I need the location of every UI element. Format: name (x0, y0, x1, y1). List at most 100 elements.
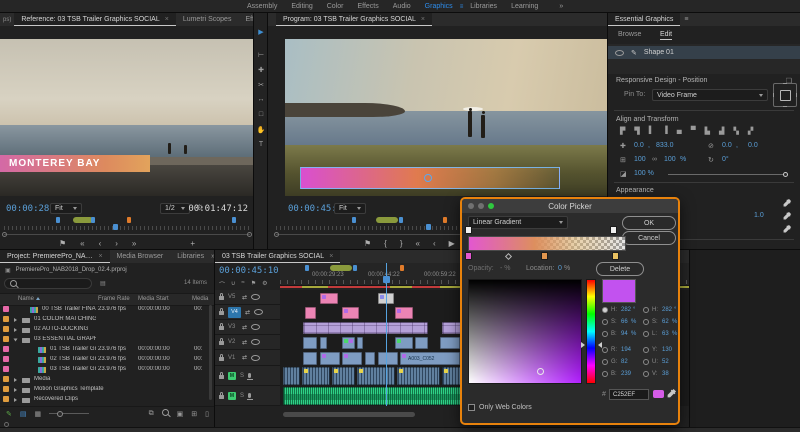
radio-hsl-h[interactable] (643, 307, 649, 313)
button-editor-icon[interactable]: + (190, 239, 195, 248)
clip-video[interactable] (342, 337, 355, 349)
hsl-s-value[interactable]: 62 (662, 319, 669, 325)
item-name[interactable]: Recovered Clips (34, 396, 96, 402)
align-icon[interactable]: ▄ (677, 127, 682, 135)
loop-segment[interactable] (376, 217, 398, 223)
scale-w-value[interactable]: 100 (634, 156, 646, 163)
project-row-sequence[interactable]: 01 TSB Trailer Graphics 23.976 fps 00:00… (0, 345, 210, 355)
workspace-overflow-icon[interactable]: » (559, 3, 563, 10)
sync-lock-icon[interactable]: ⇄ (242, 354, 247, 361)
radio-r[interactable] (602, 347, 608, 353)
hue-arrow-right[interactable] (598, 342, 602, 348)
hsl-l-value[interactable]: 63 (662, 331, 669, 337)
item-name[interactable]: 02 AUTO-DUCKING (34, 326, 96, 332)
tab-browse[interactable]: Browse (618, 31, 641, 38)
clip-graphics[interactable] (395, 307, 413, 319)
workspace-tab-graphics[interactable]: Graphics (418, 0, 460, 13)
work-area-segment[interactable] (330, 265, 352, 271)
selection-tool[interactable]: ▶ (254, 28, 268, 36)
tab-effect-controls[interactable]: Effect Controls (238, 13, 254, 26)
clip-multicam[interactable] (303, 322, 428, 334)
clip-video[interactable] (395, 337, 413, 349)
eye-icon[interactable] (251, 324, 260, 330)
color-field[interactable] (468, 279, 582, 384)
source-ruler-ticks[interactable] (4, 226, 250, 230)
clip-video-a003[interactable]: A003_C052 (400, 352, 460, 365)
tab-lumetri-scopes[interactable]: Lumetri Scopes (176, 13, 239, 26)
panel-menu-icon[interactable]: ≡ (684, 16, 688, 23)
zoom-slider[interactable] (49, 413, 89, 414)
project-row-bin[interactable]: Motion Graphics Template (0, 385, 210, 395)
track-header-v2[interactable]: V2⇄ (215, 335, 280, 350)
project-row-bin[interactable]: Media (0, 375, 210, 385)
column-frame-rate[interactable]: Frame Rate (98, 296, 130, 302)
ok-button[interactable]: OK (622, 216, 676, 230)
hand-tool[interactable]: ✋ (254, 126, 268, 134)
hsl-h-value[interactable]: 282 (662, 307, 672, 313)
radio-h[interactable] (602, 307, 608, 313)
tab-program-monitor[interactable]: Program: 03 TSB Trailer Graphics SOCIAL× (276, 13, 432, 26)
source-zoom-select[interactable]: Fit (50, 203, 82, 214)
s-value[interactable]: 66 (621, 319, 628, 325)
location-value[interactable]: 0 (558, 265, 562, 272)
eye-icon[interactable] (251, 339, 260, 345)
project-row-sequence[interactable]: 03 TSB Trailer Graphics 23.976 fps 00:00… (0, 365, 210, 375)
chevron-right-icon[interactable] (14, 398, 17, 402)
item-name[interactable]: 00 TSB Trailer FINAL (42, 306, 96, 312)
nest-indicator-icon[interactable]: ⌒ (219, 280, 225, 289)
step-back-icon[interactable]: ‹ (99, 239, 102, 248)
add-marker-icon[interactable]: ⚑ (364, 239, 371, 248)
column-media-start[interactable]: Media Start (138, 296, 169, 302)
hue-slider[interactable] (586, 279, 596, 384)
new-bin-icon[interactable]: ▣ (177, 410, 184, 418)
align-icon[interactable]: ▛ (620, 127, 625, 135)
lock-icon[interactable] (219, 357, 224, 361)
hex-input[interactable]: C252EF (609, 389, 649, 400)
project-row-sequence[interactable]: 02 TSB Trailer Graphics 23.976 fps 00:00… (0, 355, 210, 365)
label-color-swatch[interactable] (3, 376, 9, 382)
new-item-icon[interactable]: ⊞ (191, 410, 197, 418)
opacity-slider[interactable] (668, 174, 786, 175)
position-y-value[interactable]: 833.0 (656, 142, 674, 149)
lock-icon[interactable] (219, 395, 224, 399)
item-name[interactable]: 03 TSB Trailer Graphics (50, 366, 96, 372)
project-row-sequence[interactable]: 00 TSB Trailer FINAL 23.976 fps 00:00:00… (0, 305, 210, 315)
eye-icon[interactable] (615, 50, 624, 56)
lock-icon[interactable] (219, 375, 224, 379)
pen-tool[interactable]: □ (254, 111, 268, 118)
marker-blue[interactable] (56, 217, 60, 223)
clip-video[interactable] (440, 337, 460, 349)
eye-icon[interactable] (254, 309, 263, 315)
tab-reference-monitor[interactable]: Reference: 03 TSB Trailer Graphics SOCIA… (14, 13, 175, 26)
item-name[interactable]: 02 TSB Trailer Graphics (50, 356, 96, 362)
clip-video[interactable] (320, 337, 327, 349)
label-color-swatch[interactable] (3, 336, 9, 342)
cancel-button[interactable]: Cancel (622, 231, 676, 245)
position-x-value[interactable]: 0.0 (634, 142, 644, 149)
workspace-tab-color[interactable]: Color (320, 0, 351, 13)
eye-icon[interactable] (251, 355, 260, 361)
eyedropper-icon[interactable] (667, 388, 677, 398)
playhead-head[interactable] (383, 276, 390, 283)
workspace-tab-audio[interactable]: Audio (386, 0, 418, 13)
snap-icon[interactable]: ∪ (231, 280, 235, 289)
linked-selection-icon[interactable]: ≈ (241, 280, 244, 289)
pin-diagram[interactable] (773, 83, 797, 107)
track-header-v3[interactable]: V3⇄ (215, 320, 280, 335)
align-icon[interactable]: ▙ (705, 127, 710, 135)
clip-video[interactable] (365, 352, 375, 365)
timeline-scrollbar[interactable] (283, 412, 415, 417)
mark-in-icon[interactable]: { (384, 239, 387, 248)
icon-view-icon[interactable]: ▦ (35, 410, 42, 418)
dialog-titlebar[interactable]: Color Picker (462, 199, 678, 213)
tab-sequence[interactable]: 03 TSB Trailer Graphics SOCIAL× (215, 250, 340, 263)
marker-orange[interactable] (400, 265, 404, 271)
source-patch-v4[interactable]: V4 (228, 307, 241, 318)
mute-button[interactable]: M (228, 372, 236, 380)
sync-lock-icon[interactable]: ⇄ (245, 309, 250, 316)
item-name[interactable]: Media (34, 376, 96, 382)
marker-blue[interactable] (91, 217, 95, 223)
label-color-swatch[interactable] (3, 346, 9, 352)
ripple-edit-tool[interactable]: ✚ (254, 66, 268, 74)
anchor-y-value[interactable]: 0.0 (748, 142, 758, 149)
